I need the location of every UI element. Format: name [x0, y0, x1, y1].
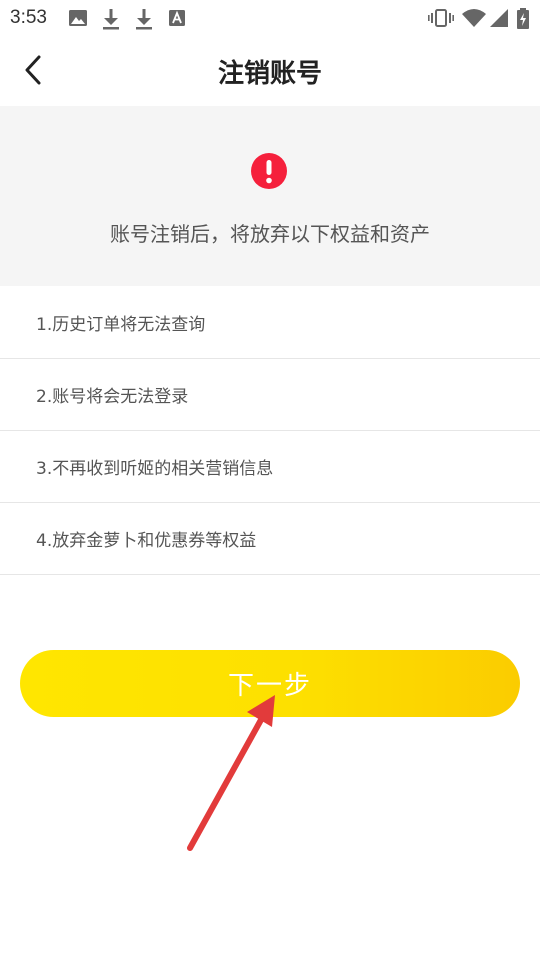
a-box-icon: [169, 10, 185, 26]
warning-panel: 账号注销后，将放弃以下权益和资产: [0, 106, 540, 286]
status-bar: 3:53: [0, 0, 540, 36]
rights-list: 1.历史订单将无法查询 2.账号将会无法登录 3.不再收到听姬的相关营销信息 4…: [0, 287, 540, 575]
wifi-icon: [462, 9, 486, 27]
nav-bar: 注销账号: [0, 36, 540, 106]
page-title: 注销账号: [217, 59, 322, 89]
image-icon: [69, 10, 87, 26]
next-step-button[interactable]: 下一步: [20, 650, 520, 717]
download-icon: [136, 9, 152, 30]
warning-text: 账号注销后，将放弃以下权益和资产: [110, 222, 430, 246]
vibrate-icon: [428, 9, 454, 27]
list-item: 1.历史订单将无法查询: [0, 287, 540, 359]
list-item: 2.账号将会无法登录: [0, 359, 540, 431]
signal-icon: [490, 9, 508, 27]
list-item: 4.放弃金萝卜和优惠券等权益: [0, 503, 540, 575]
list-item: 3.不再收到听姬的相关营销信息: [0, 431, 540, 503]
download-icon: [103, 9, 119, 30]
status-time: 3:53: [10, 7, 47, 28]
battery-icon: [517, 8, 529, 29]
exclamation-circle-icon: [251, 153, 287, 189]
